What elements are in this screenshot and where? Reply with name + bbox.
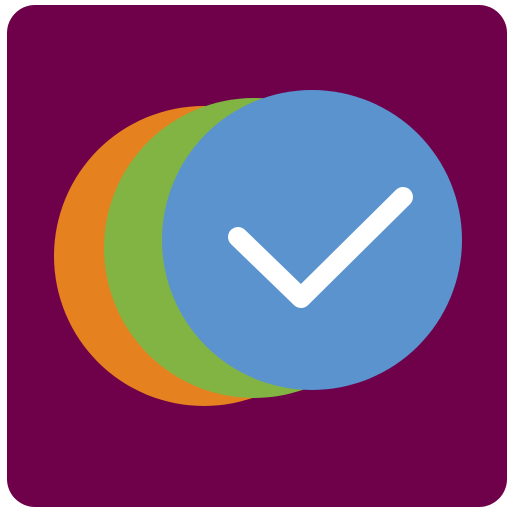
app-icon-graphic	[7, 5, 507, 507]
app-icon	[0, 0, 512, 512]
front-circle	[162, 90, 462, 390]
